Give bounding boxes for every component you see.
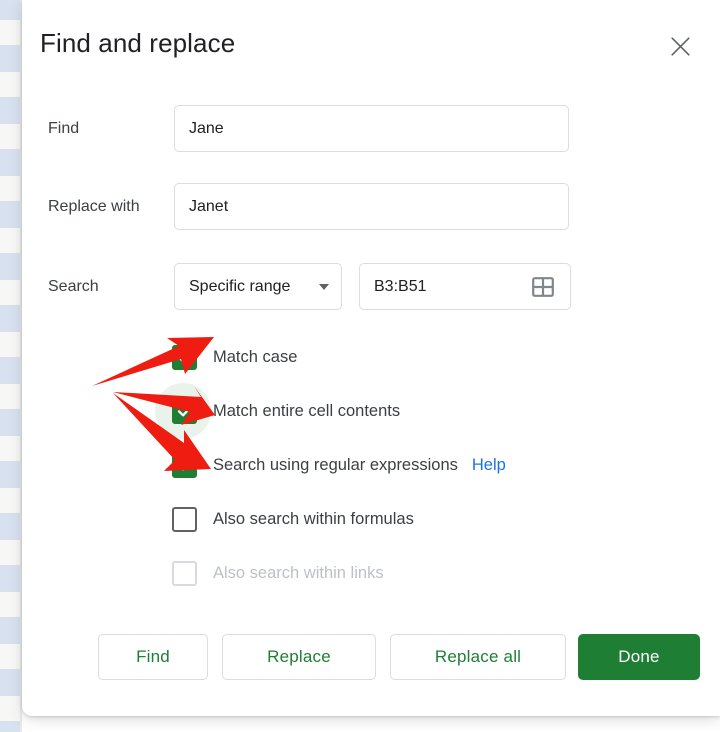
option-label-also-search-within-links: Also search within links [213, 564, 384, 582]
search-label: Search [48, 278, 99, 295]
option-row-match-entire-cell-contents[interactable]: Match entire cell contents [172, 396, 400, 426]
spreadsheet-row [0, 566, 22, 592]
option-label-match-entire-cell-contents: Match entire cell contents [213, 402, 401, 420]
checkbox-also-search-within-formulas[interactable] [172, 506, 197, 532]
spreadsheet-row [0, 696, 22, 722]
replace-with-label: Replace with [48, 198, 140, 215]
spreadsheet-row [0, 254, 22, 280]
spreadsheet-row [0, 280, 22, 306]
spreadsheet-row [0, 306, 22, 332]
find-label: Find [48, 120, 80, 137]
spreadsheet-row [0, 514, 22, 540]
spreadsheet-row [0, 98, 22, 124]
find-and-replace-screen: Find and replace Find Replace with Searc… [0, 0, 720, 732]
checkbox-match-case[interactable] [172, 344, 197, 370]
find-input[interactable] [174, 105, 569, 152]
spreadsheet-row [0, 332, 22, 358]
spreadsheet-row [0, 202, 22, 228]
dialog-title: Find and replace [40, 28, 236, 58]
spreadsheet-row [0, 46, 22, 72]
spreadsheet-row [0, 176, 22, 202]
spreadsheet-row [0, 72, 22, 98]
spreadsheet-row [0, 644, 22, 670]
close-icon[interactable] [662, 28, 698, 64]
option-label-match-case: Match case [213, 348, 298, 366]
replace-all-button[interactable]: Replace all [390, 634, 566, 680]
spreadsheet-background-strip [0, 0, 22, 732]
search-scope-dropdown[interactable]: Specific range [174, 263, 342, 310]
spreadsheet-row [0, 462, 22, 488]
spreadsheet-row [0, 592, 22, 618]
checkbox-search-using-regular-expressions[interactable] [172, 452, 197, 478]
grid-range-picker-icon[interactable] [531, 275, 555, 299]
spreadsheet-row [0, 0, 22, 20]
spreadsheet-row [0, 670, 22, 696]
spreadsheet-row [0, 488, 22, 514]
option-label-also-search-within-formulas: Also search within formulas [213, 510, 414, 528]
checkbox-also-search-within-links [172, 560, 197, 586]
chevron-down-icon [319, 283, 329, 290]
search-scope-selected-value: Specific range [189, 277, 291, 295]
replace-button[interactable]: Replace [222, 634, 376, 680]
option-row-match-case[interactable]: Match case [172, 342, 297, 372]
option-row-also-search-within-links: Also search within links [172, 558, 384, 588]
regex-help-link[interactable]: Help [472, 454, 506, 476]
option-row-search-using-regular-expressions[interactable]: Search using regular expressions Help [172, 450, 506, 480]
spreadsheet-row [0, 410, 22, 436]
spreadsheet-row [0, 436, 22, 462]
spreadsheet-row [0, 228, 22, 254]
spreadsheet-row [0, 150, 22, 176]
spreadsheet-row [0, 618, 22, 644]
done-button[interactable]: Done [578, 634, 700, 680]
spreadsheet-row [0, 358, 22, 384]
option-row-also-search-within-formulas[interactable]: Also search within formulas [172, 504, 414, 534]
checkbox-match-entire-cell-contents[interactable] [172, 398, 197, 424]
spreadsheet-row [0, 20, 22, 46]
spreadsheet-row [0, 722, 22, 732]
replace-with-input[interactable] [174, 183, 569, 230]
find-and-replace-dialog: Find and replace Find Replace with Searc… [22, 0, 720, 716]
spreadsheet-row [0, 540, 22, 566]
option-label-search-using-regular-expressions: Search using regular expressions [213, 456, 458, 474]
spreadsheet-row [0, 384, 22, 410]
find-button[interactable]: Find [98, 634, 208, 680]
spreadsheet-row [0, 124, 22, 150]
